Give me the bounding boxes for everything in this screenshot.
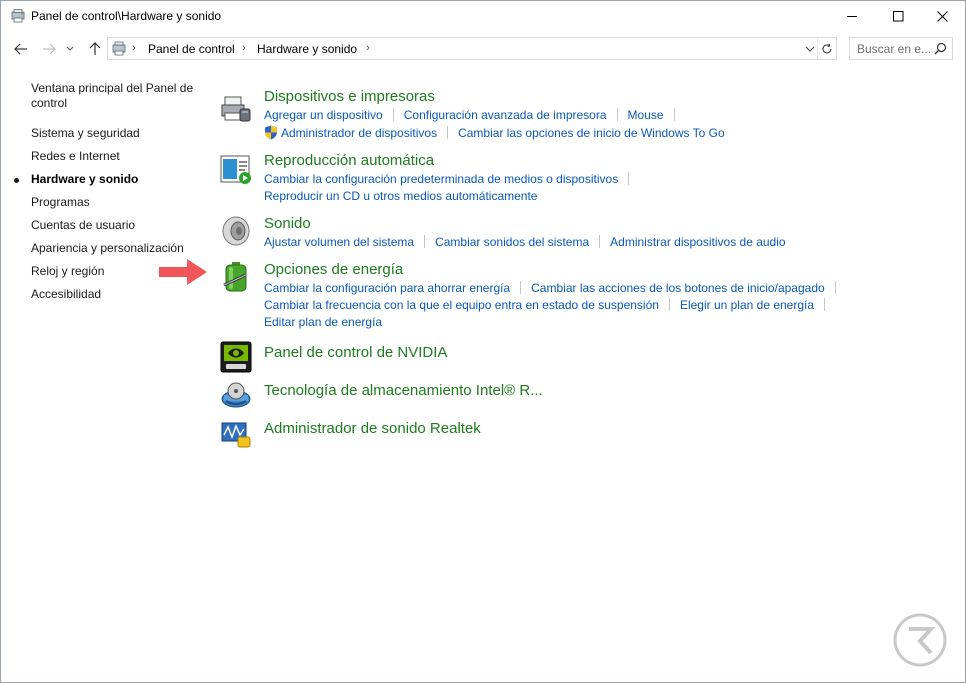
arrow-up-icon — [89, 42, 101, 55]
battery-icon — [223, 262, 247, 292]
sidebar-item-programs[interactable]: Programas — [31, 195, 201, 210]
category-sound[interactable]: Sonido — [264, 215, 311, 232]
recent-locations-button[interactable] — [63, 39, 77, 59]
link-power-saving-settings[interactable]: Cambiar la configuración para ahorrar en… — [264, 281, 510, 295]
maximize-button[interactable] — [875, 1, 921, 31]
breadcrumb-control-panel[interactable]: Panel de control — [148, 42, 235, 56]
search-icon — [934, 42, 947, 55]
sidebar-item-home[interactable]: Ventana principal del Panel de control — [31, 81, 201, 111]
window-title: Panel de control\Hardware y sonido — [31, 9, 222, 23]
control-panel-icon — [11, 9, 25, 23]
minimize-button[interactable] — [829, 1, 875, 31]
link-windows-to-go[interactable]: Cambiar las opciones de inicio de Window… — [458, 126, 725, 140]
link-autoplay-defaults[interactable]: Cambiar la configuración predeterminada … — [264, 172, 618, 186]
category-devices-printers[interactable]: Dispositivos e impresoras — [264, 88, 435, 105]
sidebar-item-appearance[interactable]: Apariencia y personalización — [31, 241, 201, 256]
link-choose-power-plan[interactable]: Elegir un plan de energía — [680, 298, 814, 312]
close-icon — [936, 10, 948, 22]
maximize-icon — [892, 10, 903, 21]
autoplay-links-row-1: Cambiar la configuración predeterminada … — [264, 172, 639, 188]
refresh-icon — [822, 43, 832, 53]
sidebar-item-hardware-sound[interactable]: Hardware y sonido — [31, 172, 201, 187]
link-sleep-frequency[interactable]: Cambiar la frecuencia con la que el equi… — [264, 298, 659, 312]
intel-storage-icon — [221, 382, 251, 408]
link-mouse[interactable]: Mouse — [628, 108, 664, 122]
link-change-system-sounds[interactable]: Cambiar sonidos del sistema — [435, 235, 589, 249]
sidebar-item-network-internet[interactable]: Redes e Internet — [31, 149, 201, 164]
control-panel-window: Panel de control\Hardware y sonido › Pan… — [0, 0, 966, 683]
forward-button[interactable] — [39, 39, 59, 59]
category-autoplay[interactable]: Reproducción automática — [264, 152, 434, 169]
breadcrumb-hardware-sound[interactable]: Hardware y sonido — [257, 42, 357, 56]
navigation-bar: › Panel de control › Hardware y sonido ›… — [1, 34, 965, 64]
title-bar: Panel de control\Hardware y sonido — [1, 1, 965, 31]
control-panel-icon — [112, 41, 126, 56]
breadcrumb-separator-icon[interactable]: › — [242, 42, 246, 54]
speaker-icon — [222, 216, 250, 246]
category-nvidia-control-panel[interactable]: Panel de control de NVIDIA — [264, 344, 447, 361]
link-edit-power-plan[interactable]: Editar plan de energía — [264, 315, 382, 329]
link-add-device[interactable]: Agregar un dispositivo — [264, 108, 383, 122]
link-power-button-actions[interactable]: Cambiar las acciones de los botones de i… — [531, 281, 825, 295]
address-dropdown-icon[interactable] — [804, 43, 816, 55]
category-realtek-audio-manager[interactable]: Administrador de sonido Realtek — [264, 420, 481, 437]
sidebar-item-system-security[interactable]: Sistema y seguridad — [31, 126, 201, 141]
link-device-manager[interactable]: Administrador de dispositivos — [281, 126, 437, 140]
sidebar-item-user-accounts[interactable]: Cuentas de usuario — [31, 218, 201, 233]
address-bar[interactable]: › Panel de control › Hardware y sonido › — [107, 37, 837, 60]
arrow-right-icon — [43, 43, 56, 55]
breadcrumb-separator-icon[interactable]: › — [366, 42, 370, 54]
close-button[interactable] — [919, 1, 965, 31]
refresh-button[interactable] — [817, 38, 835, 59]
autoplay-links-row-2: Reproducir un CD u otros medios automáti… — [264, 189, 537, 205]
category-intel-storage[interactable]: Tecnología de almacenamiento Intel® R... — [264, 382, 543, 399]
active-item-bullet-icon — [14, 178, 19, 183]
chevron-down-icon — [66, 46, 74, 51]
up-button[interactable] — [85, 39, 105, 59]
link-manage-audio-devices[interactable]: Administrar dispositivos de audio — [610, 235, 785, 249]
power-links-row-3: Editar plan de energía — [264, 315, 382, 331]
sound-links-row-1: Ajustar volumen del sistema Cambiar sonid… — [264, 235, 786, 251]
devices-links-row-2: Administrador de dispositivos Cambiar las… — [264, 125, 725, 141]
watermark-logo-icon — [893, 613, 947, 667]
realtek-icon — [221, 422, 251, 448]
pointer-arrow-icon — [159, 259, 207, 285]
link-advanced-printer-setup[interactable]: Configuración avanzada de impresora — [404, 108, 607, 122]
arrow-left-icon — [14, 43, 27, 55]
uac-shield-icon — [265, 125, 277, 140]
nvidia-icon — [220, 341, 252, 373]
breadcrumb-separator-icon[interactable]: › — [132, 42, 136, 54]
back-button[interactable] — [11, 39, 31, 59]
power-links-row-1: Cambiar la configuración para ahorrar en… — [264, 281, 846, 297]
power-links-row-2: Cambiar la frecuencia con la que el equi… — [264, 298, 835, 314]
minimize-icon — [846, 15, 857, 17]
link-play-cd-automatically[interactable]: Reproducir un CD u otros medios automáti… — [264, 189, 537, 203]
search-placeholder: Buscar en e... — [857, 42, 932, 56]
search-input[interactable]: Buscar en e... — [849, 37, 953, 60]
sidebar-item-accessibility[interactable]: Accesibilidad — [31, 287, 201, 302]
autoplay-icon — [220, 155, 251, 184]
category-power-options[interactable]: Opciones de energía — [264, 261, 403, 278]
devices-links-row-1: Agregar un dispositivo Configuración avan… — [264, 108, 685, 124]
link-adjust-volume[interactable]: Ajustar volumen del sistema — [264, 235, 414, 249]
printer-icon — [221, 96, 251, 122]
